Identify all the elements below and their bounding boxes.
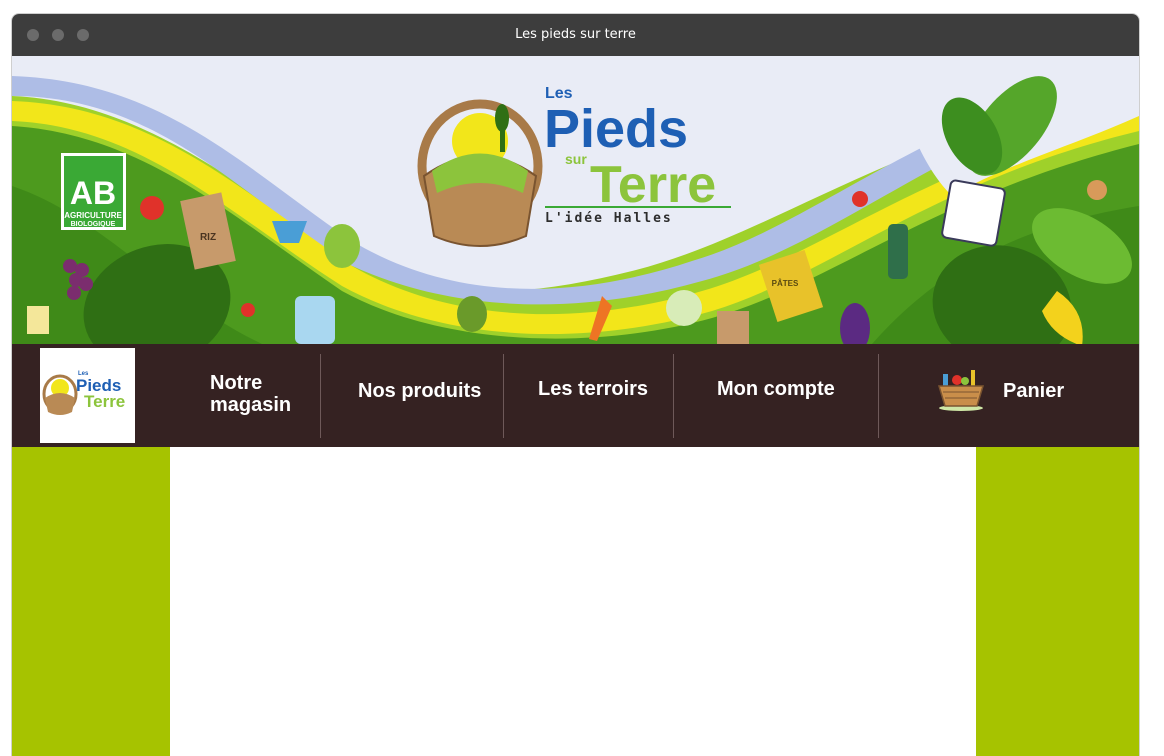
- strawberry-icon: [852, 191, 868, 207]
- browser-window: Les pieds sur terre AB AGRICULTURE BIOLO…: [12, 14, 1139, 756]
- brand-logo-small: Les Pieds Terre: [42, 371, 125, 415]
- nav-home-logo[interactable]: Les Pieds Terre: [40, 348, 135, 443]
- svg-text:Terre: Terre: [84, 392, 125, 411]
- window-title: Les pieds sur terre: [515, 27, 636, 42]
- nav-divider: [878, 354, 879, 438]
- basket-icon[interactable]: [937, 368, 987, 417]
- nav-divider: [673, 354, 674, 438]
- nav-nos-produits[interactable]: Nos produits: [358, 380, 481, 402]
- basket-illustration: [937, 370, 985, 411]
- page-body: [12, 447, 1139, 756]
- coffee-bag-icon: [717, 311, 749, 344]
- svg-text:sur: sur: [565, 151, 587, 167]
- main-content-area: [170, 447, 976, 756]
- cereal-jar-icon: [941, 179, 1006, 247]
- svg-text:L'idée Halles: L'idée Halles: [545, 211, 673, 226]
- strawberries-icon: [241, 303, 255, 317]
- nav-notre-magasin-line2: magasin: [210, 394, 292, 416]
- nav-mon-compte[interactable]: Mon compte: [717, 378, 835, 400]
- nav-notre-magasin[interactable]: Notre magasin: [210, 372, 291, 416]
- svg-text:AB: AB: [70, 175, 116, 211]
- main-navigation: Les Pieds Terre Notre magasin Nos produi…: [12, 344, 1139, 447]
- svg-text:RIZ: RIZ: [200, 232, 216, 243]
- svg-text:BIOLOGIQUE: BIOLOGIQUE: [71, 221, 116, 228]
- nav-divider: [503, 354, 504, 438]
- svg-text:AGRICULTURE: AGRICULTURE: [64, 211, 122, 220]
- brand-logo: Les Pieds sur Terre L'idée Halles: [417, 85, 731, 247]
- oil-bottle-icon: [888, 224, 908, 279]
- nav-notre-magasin-line1: Notre: [210, 372, 263, 394]
- header-banner: AB AGRICULTURE BIOLOGIQUE RIZ PÂTES Les …: [12, 56, 1139, 344]
- pear-icon: [457, 296, 487, 332]
- banner-illustration: AB AGRICULTURE BIOLOGIQUE RIZ PÂTES Les …: [12, 56, 1139, 344]
- svg-text:PÂTES: PÂTES: [772, 279, 799, 288]
- nav-les-terroirs[interactable]: Les terroirs: [538, 378, 648, 400]
- svg-text:Terre: Terre: [590, 156, 716, 214]
- nav-panier[interactable]: Panier: [1003, 380, 1064, 402]
- lettuce-icon: [324, 224, 360, 268]
- cauliflower-icon: [666, 290, 702, 326]
- ab-organic-label: AB AGRICULTURE BIOLOGIQUE: [61, 153, 126, 230]
- honey-jar-icon: [27, 306, 49, 334]
- nav-divider: [320, 354, 321, 438]
- window-titlebar: Les pieds sur terre: [12, 14, 1139, 56]
- svg-text:Pieds: Pieds: [544, 99, 688, 159]
- milk-bottle-icon: [295, 296, 335, 344]
- cookie-icon: [1087, 180, 1107, 200]
- apple-icon: [140, 196, 164, 220]
